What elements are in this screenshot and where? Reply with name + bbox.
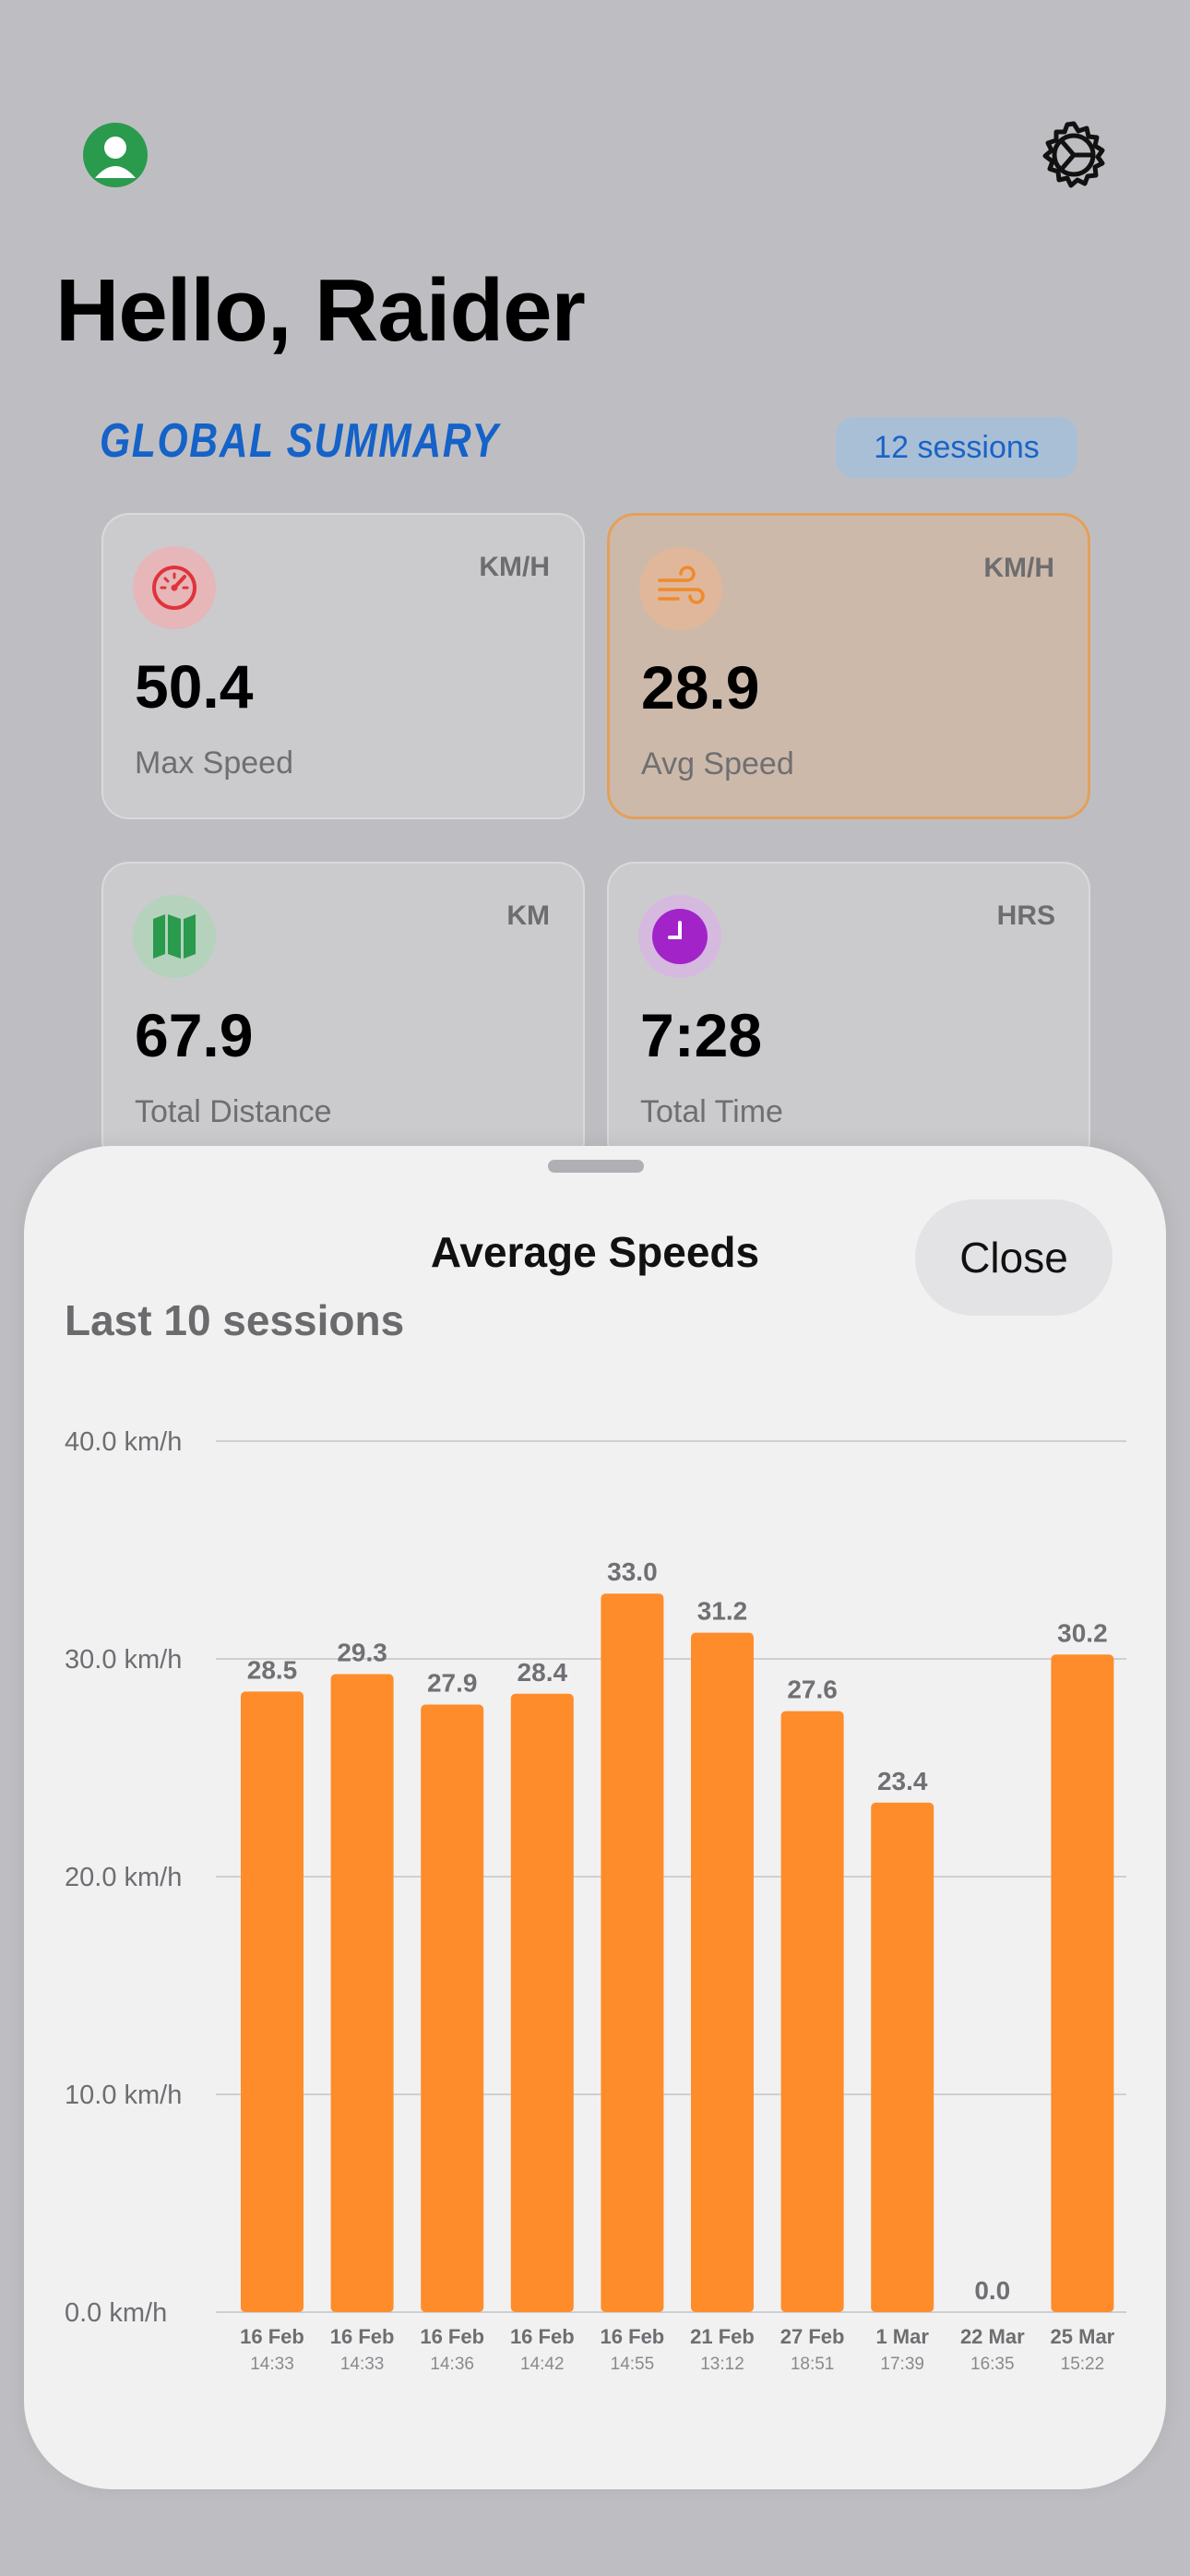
stat-unit: KM/H	[479, 552, 550, 582]
x-tick-time: 14:33	[340, 2355, 385, 2374]
bar-data-label: 28.5	[247, 1655, 298, 1684]
gear-icon	[1042, 121, 1105, 188]
y-tick-label: 30.0 km/h	[65, 1645, 182, 1675]
greeting-title: Hello, Raider	[55, 261, 586, 360]
bar-data-label: 28.4	[518, 1658, 568, 1687]
average-speed-chart: 0.0 km/h 10.0 km/h 20.0 km/h 30.0 km/h 40.0 …	[65, 1427, 1126, 2374]
average-speeds-sheet: Average Speeds Close Last 10 sessions 0.…	[24, 1146, 1166, 2489]
chart-bar	[510, 1693, 574, 2312]
bar-data-label: 29.3	[337, 1639, 387, 1667]
x-tick-date: 21 Feb	[690, 2325, 755, 2348]
chart-bar	[691, 1632, 754, 2312]
speedometer-icon	[133, 546, 216, 629]
global-summary-title: GLOBAL SUMMARY	[100, 414, 500, 468]
stat-unit: KM	[506, 900, 550, 931]
stat-label: Avg Speed	[641, 746, 794, 781]
stat-label: Total Time	[640, 1094, 783, 1129]
x-tick-time: 16:35	[970, 2355, 1015, 2374]
x-tick-date: 22 Mar	[960, 2325, 1025, 2348]
wind-icon	[639, 547, 722, 630]
x-tick-time: 14:36	[430, 2355, 474, 2374]
person-icon	[95, 137, 136, 178]
stat-label: Max Speed	[135, 745, 293, 781]
chart-bar	[871, 1802, 934, 2312]
stat-value: 7:28	[640, 1001, 763, 1069]
chart-bar	[1051, 1654, 1114, 2312]
y-tick-label: 10.0 km/h	[65, 2081, 182, 2110]
chart-bar	[601, 1593, 664, 2312]
app-screen: Hello, Raider GLOBAL SUMMARY 12 sessions…	[0, 0, 1190, 2576]
sessions-count-badge[interactable]: 12 sessions	[836, 417, 1077, 478]
bar-data-label: 30.2	[1057, 1618, 1108, 1647]
chart-bar	[421, 1704, 484, 2312]
bar-data-label: 23.4	[877, 1767, 928, 1795]
x-tick-date: 16 Feb	[330, 2325, 395, 2348]
stat-unit: HRS	[996, 900, 1055, 931]
chart-bar	[241, 1691, 303, 2312]
total-distance-card[interactable]: KM 67.9 Total Distance	[101, 862, 585, 1168]
x-tick-time: 18:51	[791, 2355, 835, 2374]
chart-bar	[330, 1674, 394, 2312]
total-time-card[interactable]: HRS 7:28 Total Time	[607, 862, 1090, 1168]
settings-button[interactable]	[1037, 118, 1111, 192]
x-tick-time: 17:39	[880, 2355, 924, 2374]
y-tick-label: 20.0 km/h	[65, 1863, 182, 1892]
bar-data-label: 27.6	[787, 1676, 838, 1704]
chart-bar	[780, 1711, 844, 2312]
x-tick-date: 27 Feb	[780, 2325, 845, 2348]
bar-data-label: 27.9	[427, 1669, 478, 1698]
y-tick-label: 0.0 km/h	[65, 2298, 167, 2328]
x-tick-date: 16 Feb	[420, 2325, 484, 2348]
x-tick-time: 15:22	[1061, 2355, 1105, 2374]
avg-speed-card[interactable]: KM/H 28.9 Avg Speed	[607, 513, 1090, 819]
bar-data-label: 0.0	[974, 2276, 1010, 2305]
x-tick-date: 16 Feb	[510, 2325, 575, 2348]
bar-data-label: 33.0	[607, 1557, 658, 1586]
x-tick-time: 13:12	[700, 2355, 744, 2374]
x-tick-date: 25 Mar	[1051, 2325, 1115, 2348]
map-icon	[133, 895, 216, 978]
y-tick-label: 40.0 km/h	[65, 1427, 182, 1457]
stat-unit: KM/H	[983, 553, 1054, 583]
x-tick-time: 14:55	[611, 2355, 655, 2374]
clock-icon	[638, 895, 721, 978]
x-tick-date: 16 Feb	[601, 2325, 665, 2348]
x-tick-date: 1 Mar	[875, 2325, 929, 2348]
stat-label: Total Distance	[135, 1094, 332, 1129]
x-tick-time: 14:33	[250, 2355, 294, 2374]
profile-button[interactable]	[83, 123, 148, 187]
stat-value: 28.9	[641, 653, 760, 722]
max-speed-card[interactable]: KM/H 50.4 Max Speed	[101, 513, 585, 819]
x-tick-time: 14:42	[520, 2355, 565, 2374]
stat-value: 50.4	[135, 652, 254, 721]
stat-value: 67.9	[135, 1001, 254, 1069]
bar-data-label: 31.2	[697, 1597, 748, 1626]
x-tick-date: 16 Feb	[240, 2325, 304, 2348]
